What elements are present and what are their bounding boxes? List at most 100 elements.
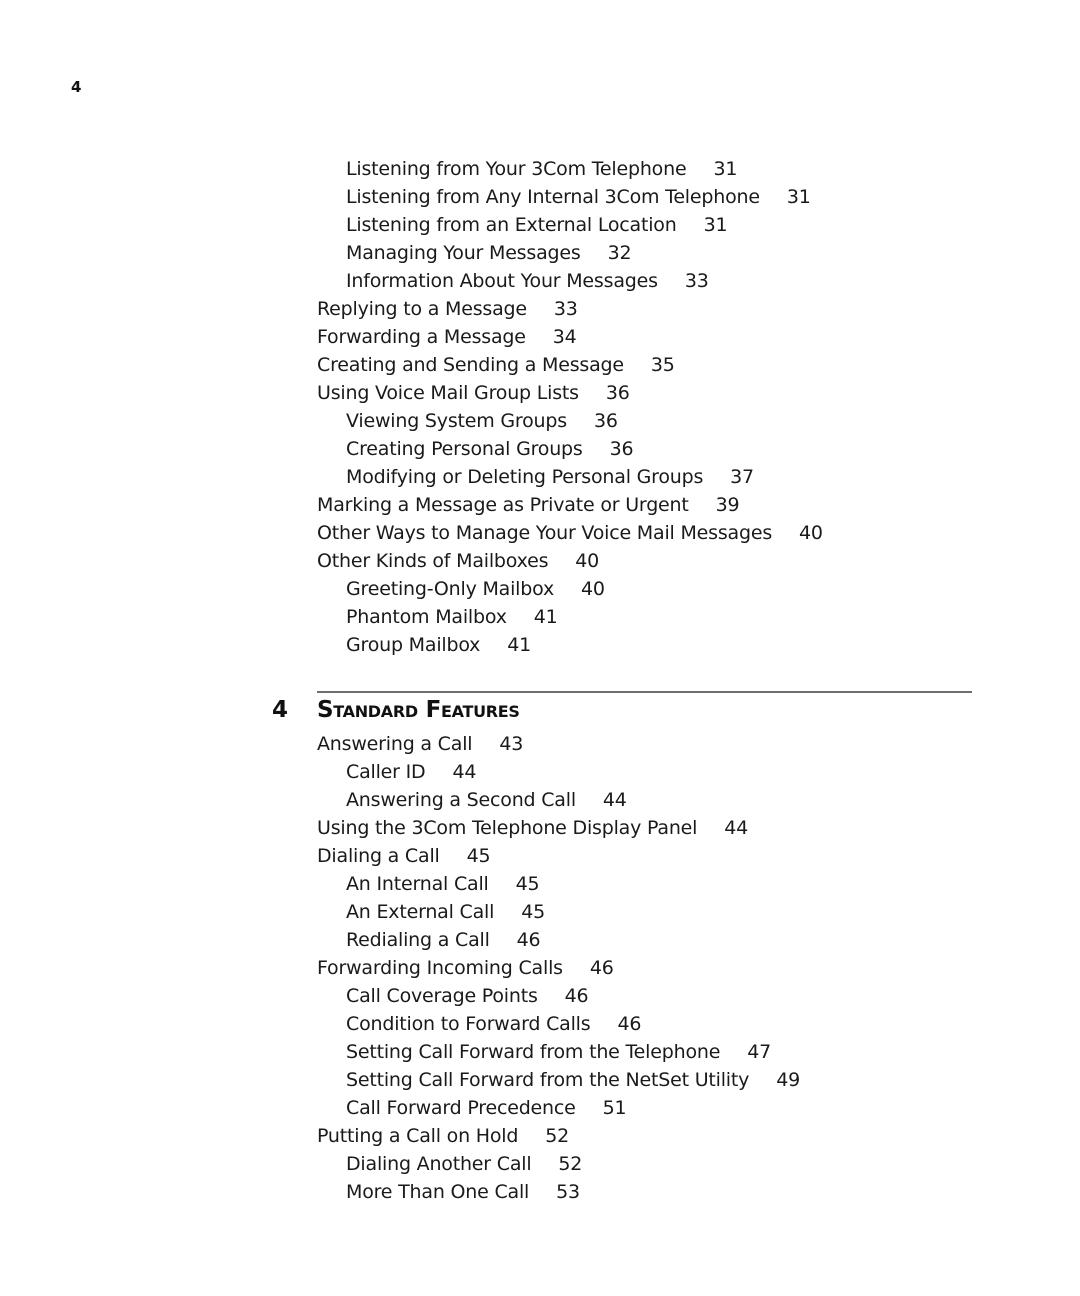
- toc-entry-title: Listening from an External Location: [346, 214, 677, 236]
- toc-entry[interactable]: Caller ID 44: [317, 758, 977, 786]
- toc-entry-page: 32: [607, 242, 632, 264]
- toc-entry[interactable]: Group Mailbox 41: [317, 631, 977, 659]
- toc-entry-page: 45: [521, 901, 545, 923]
- toc-entry-title: Answering a Second Call: [346, 789, 576, 811]
- toc-entry[interactable]: Marking a Message as Private or Urgent 39: [317, 491, 977, 519]
- toc-entry-title: Call Forward Precedence: [346, 1097, 576, 1119]
- toc-entry-title: Answering a Call: [317, 733, 473, 755]
- toc-entry[interactable]: Listening from an External Location 31: [317, 211, 977, 239]
- toc-entry-title: Creating Personal Groups: [346, 438, 583, 460]
- toc-entry-page: 33: [553, 298, 578, 320]
- toc-entry[interactable]: Viewing System Groups 36: [317, 407, 977, 435]
- toc-entry[interactable]: Answering a Second Call 44: [317, 786, 977, 814]
- toc-entry-page: 46: [564, 985, 589, 1007]
- toc-entry-page: 45: [466, 845, 491, 867]
- toc-entry-page: 37: [730, 466, 754, 488]
- toc-entry-page: 44: [452, 761, 477, 783]
- chapter-title: Standard Features: [317, 697, 520, 723]
- page-number: 4: [71, 78, 82, 96]
- toc-entry-page: 52: [558, 1153, 583, 1175]
- toc-entry-title: Other Ways to Manage Your Voice Mail Mes…: [317, 522, 773, 544]
- toc-entry-title: Phantom Mailbox: [346, 606, 507, 628]
- toc-entry-title: Modifying or Deleting Personal Groups: [346, 466, 704, 488]
- toc-entry-title: Viewing System Groups: [346, 410, 567, 432]
- toc-entry[interactable]: Other Ways to Manage Your Voice Mail Mes…: [317, 519, 977, 547]
- toc-entry[interactable]: Replying to a Message 33: [317, 295, 977, 323]
- toc-entry-page: 35: [650, 354, 675, 376]
- toc-entry-page: 52: [545, 1125, 570, 1147]
- toc-entry[interactable]: Creating Personal Groups 36: [317, 435, 977, 463]
- toc-entry-title: Dialing a Call: [317, 845, 440, 867]
- toc-entry-page: 47: [747, 1041, 771, 1063]
- toc-entry-title: Condition to Forward Calls: [346, 1013, 591, 1035]
- toc-entry-title: Listening from Any Internal 3Com Telepho…: [346, 186, 760, 208]
- toc-entry-title: Putting a Call on Hold: [317, 1125, 519, 1147]
- toc-entry-page: 49: [776, 1069, 800, 1091]
- toc-entry-page: 31: [786, 186, 811, 208]
- toc-entry[interactable]: Managing Your Messages 32: [317, 239, 977, 267]
- chapter-divider: [317, 691, 972, 693]
- toc-entry-page: 36: [593, 410, 618, 432]
- toc-entry-page: 33: [684, 270, 709, 292]
- toc-entry[interactable]: Information About Your Messages 33: [317, 267, 977, 295]
- toc-entry[interactable]: Forwarding Incoming Calls 46: [317, 954, 977, 982]
- toc-entry-title: An External Call: [346, 901, 495, 923]
- toc-entry-page: 39: [715, 494, 740, 516]
- toc-entry[interactable]: Using the 3Com Telephone Display Panel 44: [317, 814, 977, 842]
- toc-entry[interactable]: Call Forward Precedence 51: [317, 1094, 977, 1122]
- toc-chapter-list: Answering a Call 43 Caller ID 44 Answering a…: [317, 730, 977, 1206]
- toc-entry[interactable]: Listening from Your 3Com Telephone 31: [317, 155, 977, 183]
- toc-entry-title: More Than One Call: [346, 1181, 530, 1203]
- toc-entry[interactable]: Creating and Sending a Message 35: [317, 351, 977, 379]
- toc-entry-page: 44: [602, 789, 627, 811]
- toc-entry[interactable]: Dialing Another Call 52: [317, 1150, 977, 1178]
- toc-entry[interactable]: Listening from Any Internal 3Com Telepho…: [317, 183, 977, 211]
- toc-entry-page: 41: [507, 634, 532, 656]
- toc-entry-title: Redialing a Call: [346, 929, 490, 951]
- toc-entry[interactable]: Putting a Call on Hold 52: [317, 1122, 977, 1150]
- chapter-heading: 4 Standard Features: [0, 691, 1080, 731]
- toc-entry-page: 34: [552, 326, 577, 348]
- toc-entry[interactable]: Call Coverage Points 46: [317, 982, 977, 1010]
- toc-entry[interactable]: Setting Call Forward from the NetSet Uti…: [317, 1066, 977, 1094]
- toc-entry-title: Using the 3Com Telephone Display Panel: [317, 817, 698, 839]
- toc-entry[interactable]: Dialing a Call 45: [317, 842, 977, 870]
- toc-entry-page: 43: [499, 733, 524, 755]
- toc-entry-title: Managing Your Messages: [346, 242, 581, 264]
- toc-entry[interactable]: Condition to Forward Calls 46: [317, 1010, 977, 1038]
- toc-entry[interactable]: An External Call 45: [317, 898, 977, 926]
- toc-entry-title: Caller ID: [346, 761, 426, 783]
- toc-entry-title: Replying to a Message: [317, 298, 527, 320]
- toc-entry[interactable]: Answering a Call 43: [317, 730, 977, 758]
- toc-entry[interactable]: Forwarding a Message 34: [317, 323, 977, 351]
- toc-continued-list: Listening from Your 3Com Telephone 31 List…: [317, 155, 977, 659]
- toc-entry-title: Using Voice Mail Group Lists: [317, 382, 579, 404]
- toc-entry-page: 53: [556, 1181, 580, 1203]
- toc-entry[interactable]: Redialing a Call 46: [317, 926, 977, 954]
- toc-entry-title: Call Coverage Points: [346, 985, 538, 1007]
- toc-entry-title: An Internal Call: [346, 873, 489, 895]
- toc-entry-page: 46: [516, 929, 541, 951]
- toc-entry-page: 51: [602, 1097, 627, 1119]
- toc-entry-title: Information About Your Messages: [346, 270, 658, 292]
- toc-entry-page: 36: [605, 382, 630, 404]
- toc-entry-page: 36: [609, 438, 634, 460]
- toc-entry[interactable]: Setting Call Forward from the Telephone 4…: [317, 1038, 977, 1066]
- toc-entry-page: 40: [575, 550, 600, 572]
- toc-entry-page: 41: [533, 606, 558, 628]
- toc-entry[interactable]: Other Kinds of Mailboxes 40: [317, 547, 977, 575]
- toc-entry[interactable]: Using Voice Mail Group Lists 36: [317, 379, 977, 407]
- toc-entry[interactable]: Modifying or Deleting Personal Groups 37: [317, 463, 977, 491]
- toc-entry-page: 46: [589, 957, 614, 979]
- toc-entry-title: Group Mailbox: [346, 634, 481, 656]
- toc-entry[interactable]: Greeting-Only Mailbox 40: [317, 575, 977, 603]
- toc-entry[interactable]: An Internal Call 45: [317, 870, 977, 898]
- toc-entry-page: 45: [515, 873, 540, 895]
- toc-entry[interactable]: Phantom Mailbox 41: [317, 603, 977, 631]
- toc-entry-title: Marking a Message as Private or Urgent: [317, 494, 689, 516]
- toc-entry-title: Other Kinds of Mailboxes: [317, 550, 549, 572]
- toc-entry-page: 31: [713, 158, 738, 180]
- toc-entry-page: 40: [581, 578, 605, 600]
- toc-entry[interactable]: More Than One Call 53: [317, 1178, 977, 1206]
- toc-entry-page: 40: [799, 522, 823, 544]
